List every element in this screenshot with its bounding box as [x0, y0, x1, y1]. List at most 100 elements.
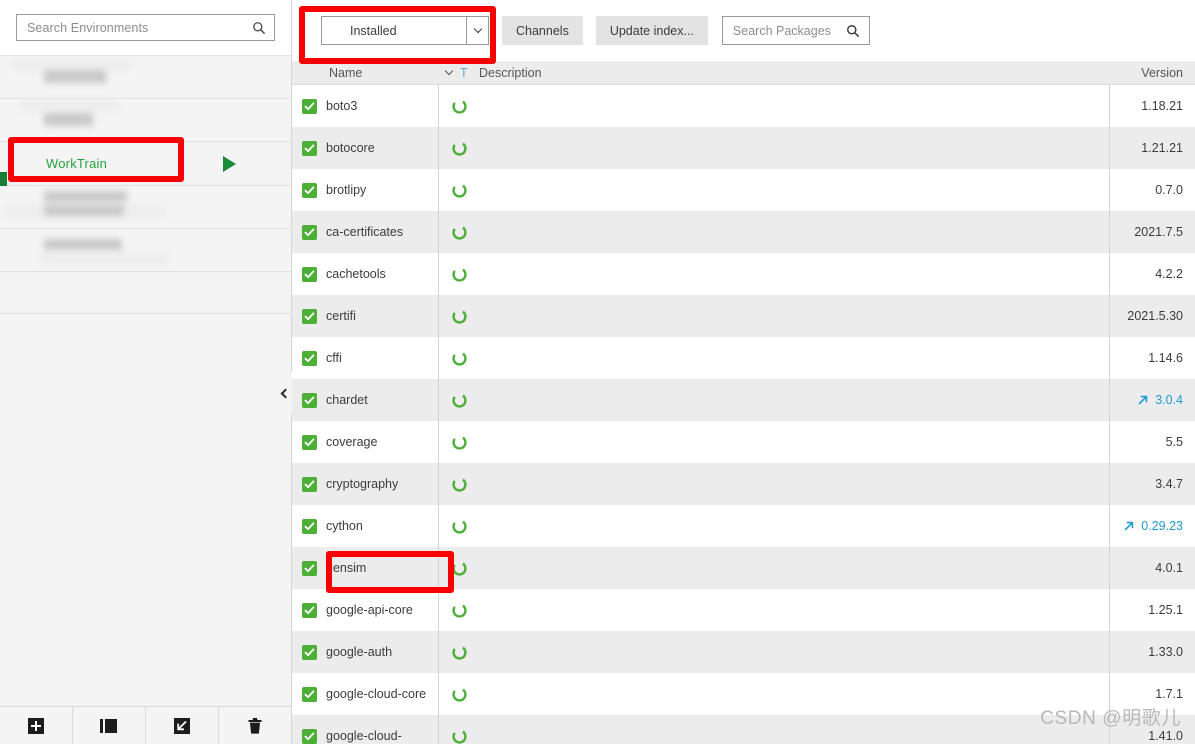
- package-version-label: 5.5: [1165, 435, 1183, 449]
- table-row[interactable]: gensim 4.0.1: [292, 547, 1195, 589]
- package-checkbox[interactable]: [302, 686, 317, 702]
- environment-list-item[interactable]: [0, 99, 291, 142]
- loading-spinner-icon: [451, 392, 467, 408]
- search-environments-input[interactable]: Search Environments: [16, 14, 275, 41]
- import-arrow-icon: [174, 717, 190, 734]
- table-row[interactable]: brotlipy 0.7.0: [292, 169, 1195, 211]
- package-version-cell[interactable]: 1.33.0: [1109, 631, 1195, 673]
- loading-spinner-icon: [451, 560, 467, 576]
- package-name-label: boto3: [326, 99, 358, 113]
- package-version-cell[interactable]: 3.0.4: [1109, 379, 1195, 421]
- play-icon[interactable]: [223, 155, 236, 172]
- table-row[interactable]: coverage 5.5: [292, 421, 1195, 463]
- package-version-cell[interactable]: 2021.7.5: [1109, 211, 1195, 253]
- package-version-cell[interactable]: 1.14.6: [1109, 337, 1195, 379]
- package-version-label: 1.18.21: [1141, 99, 1183, 113]
- loading-spinner-icon: [451, 140, 467, 156]
- package-version-cell[interactable]: 0.29.23: [1109, 505, 1195, 547]
- update-index-button[interactable]: Update index...: [595, 16, 708, 45]
- package-checkbox[interactable]: [302, 644, 317, 660]
- package-checkbox[interactable]: [302, 140, 317, 156]
- package-version-label: 0.29.23: [1141, 519, 1183, 533]
- trash-icon: [248, 717, 262, 734]
- packages-table-body: boto3 1.18.21 botocore 1.21.21 brotlipy 0.7.0…: [292, 85, 1195, 744]
- table-row[interactable]: botocore 1.21.21: [292, 127, 1195, 169]
- package-name-label: gensim: [326, 561, 367, 575]
- remove-environment-button[interactable]: [219, 707, 291, 744]
- channels-button[interactable]: Channels: [502, 16, 583, 45]
- environment-list-item[interactable]: [0, 229, 291, 272]
- package-checkbox[interactable]: [302, 224, 317, 240]
- package-name-cell: cachetools: [292, 266, 438, 282]
- package-checkbox[interactable]: [302, 266, 317, 282]
- column-header-type[interactable]: T: [460, 66, 479, 80]
- package-name-label: google-cloud-: [326, 729, 402, 743]
- package-version-cell[interactable]: 4.0.1: [1109, 547, 1195, 589]
- package-checkbox[interactable]: [302, 434, 317, 450]
- package-name-cell: google-api-core: [292, 602, 438, 618]
- package-name-label: cffi: [326, 351, 342, 365]
- package-version-cell[interactable]: 1.21.21: [1109, 127, 1195, 169]
- anaconda-navigator-environments: Search Environments WorkTrain Installed …: [0, 0, 1195, 744]
- table-row[interactable]: cachetools 4.2.2: [292, 253, 1195, 295]
- package-status-cell: [438, 337, 479, 379]
- table-row[interactable]: cffi 1.14.6: [292, 337, 1195, 379]
- package-version-cell[interactable]: 2021.5.30: [1109, 295, 1195, 337]
- search-environments-placeholder: Search Environments: [27, 20, 149, 35]
- package-status-cell: [438, 127, 479, 169]
- package-checkbox[interactable]: [302, 602, 317, 618]
- package-filter-arrow[interactable]: [467, 16, 489, 45]
- package-checkbox[interactable]: [302, 728, 317, 744]
- search-packages-input[interactable]: Search Packages: [721, 16, 870, 45]
- table-row[interactable]: cryptography 3.4.7: [292, 463, 1195, 505]
- package-filter-value[interactable]: Installed: [321, 16, 467, 45]
- table-row[interactable]: chardet 3.0.4: [292, 379, 1195, 421]
- package-checkbox[interactable]: [302, 350, 317, 366]
- column-header-description[interactable]: Description: [479, 66, 1109, 80]
- package-name-label: cachetools: [326, 267, 386, 281]
- package-status-cell: [438, 715, 479, 744]
- environment-list-item-worktrain[interactable]: WorkTrain: [0, 142, 291, 186]
- package-version-cell[interactable]: 5.5: [1109, 421, 1195, 463]
- import-environment-button[interactable]: [146, 707, 219, 744]
- redacted-environment-name: [44, 113, 93, 126]
- environment-list-item[interactable]: [0, 186, 291, 229]
- package-version-cell[interactable]: 4.2.2: [1109, 253, 1195, 295]
- package-name-cell: botocore: [292, 140, 438, 156]
- package-checkbox[interactable]: [302, 308, 317, 324]
- table-row[interactable]: google-api-core 1.25.1: [292, 589, 1195, 631]
- column-header-version[interactable]: Version: [1109, 66, 1195, 80]
- package-version-cell[interactable]: 0.7.0: [1109, 169, 1195, 211]
- package-version-cell[interactable]: 3.4.7: [1109, 463, 1195, 505]
- package-checkbox[interactable]: [302, 560, 317, 576]
- package-checkbox[interactable]: [302, 392, 317, 408]
- column-header-name[interactable]: Name: [292, 66, 438, 80]
- package-checkbox[interactable]: [302, 476, 317, 492]
- package-checkbox[interactable]: [302, 518, 317, 534]
- loading-spinner-icon: [451, 644, 467, 660]
- loading-spinner-icon: [451, 434, 467, 450]
- column-sort-indicator[interactable]: [438, 66, 460, 76]
- package-status-cell: [438, 463, 479, 505]
- create-environment-button[interactable]: [0, 707, 73, 744]
- package-name-cell: certifi: [292, 308, 438, 324]
- package-version-label: 3.0.4: [1155, 393, 1183, 407]
- table-row[interactable]: ca-certificates 2021.7.5: [292, 211, 1195, 253]
- package-filter-dropdown[interactable]: Installed: [321, 16, 489, 45]
- sidebar-collapse-handle[interactable]: [276, 372, 292, 414]
- package-status-cell: [438, 211, 479, 253]
- environment-list-item[interactable]: [0, 56, 291, 99]
- table-row[interactable]: cython 0.29.23: [292, 505, 1195, 547]
- search-icon: [846, 24, 860, 37]
- package-version-label: 1.25.1: [1148, 603, 1183, 617]
- table-row[interactable]: boto3 1.18.21: [292, 85, 1195, 127]
- table-row[interactable]: certifi 2021.5.30: [292, 295, 1195, 337]
- table-row[interactable]: google-auth 1.33.0: [292, 631, 1195, 673]
- loading-spinner-icon: [451, 182, 467, 198]
- package-checkbox[interactable]: [302, 182, 317, 198]
- package-version-cell[interactable]: 1.25.1: [1109, 589, 1195, 631]
- package-checkbox[interactable]: [302, 98, 317, 114]
- loading-spinner-icon: [451, 224, 467, 240]
- clone-environment-button[interactable]: [73, 707, 146, 744]
- package-version-cell[interactable]: 1.18.21: [1109, 85, 1195, 127]
